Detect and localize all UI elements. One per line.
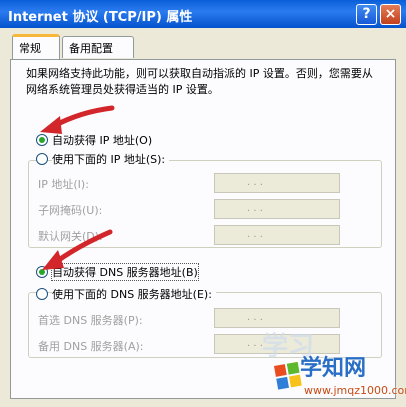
tab-general[interactable]: 常规 [12, 34, 60, 59]
red-arrow-annotations [40, 105, 115, 270]
watermark-url: www.jmqz1000.com [304, 384, 406, 397]
red-arrow-icon [51, 105, 115, 129]
red-arrow-head-icon [40, 116, 62, 134]
watermark-logo: 学知网 [300, 356, 367, 381]
red-arrow-icon [53, 229, 113, 265]
red-arrow-head-icon [42, 250, 64, 270]
